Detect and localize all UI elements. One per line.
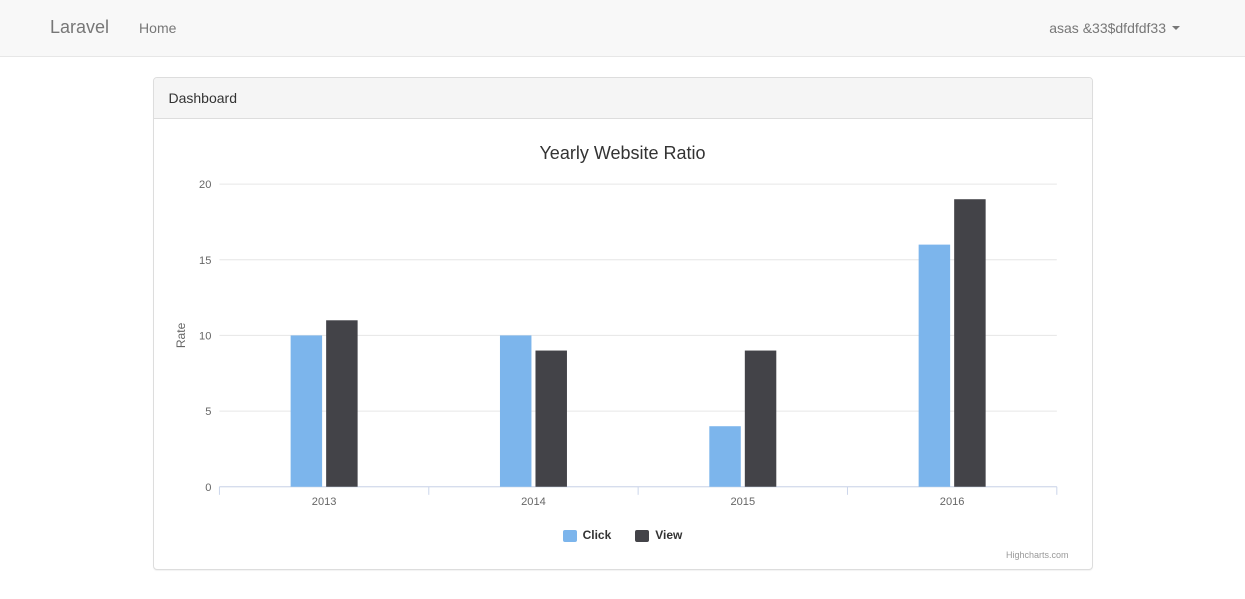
chart: 0 5 10 15 20 Rate 2013 2014 2015 2016 (169, 174, 1077, 517)
chevron-down-icon (1172, 26, 1180, 30)
svg-text:2014: 2014 (521, 496, 546, 508)
legend-label-view: View (655, 527, 682, 544)
navbar: Laravel Home asas &33$dfdfdf33 (0, 0, 1245, 57)
navbar-right: asas &33$dfdfdf33 (1049, 18, 1230, 38)
svg-text:2015: 2015 (730, 496, 755, 508)
chart-title: Yearly Website Ratio (169, 141, 1077, 167)
svg-text:5: 5 (205, 407, 211, 419)
legend-swatch-click (563, 530, 577, 542)
svg-text:Rate: Rate (174, 323, 188, 349)
legend: Click View (169, 527, 1077, 544)
panel-body: Yearly Website Ratio 0 5 10 15 20 Rate 2013 201… (154, 119, 1092, 570)
svg-text:0: 0 (205, 482, 211, 494)
svg-text:2013: 2013 (311, 496, 336, 508)
user-dropdown[interactable]: asas &33$dfdfdf33 (1049, 18, 1180, 38)
svg-text:20: 20 (199, 180, 211, 192)
chart-svg: 0 5 10 15 20 Rate 2013 2014 2015 2016 (169, 174, 1077, 517)
dashboard-panel: Dashboard Yearly Website Ratio 0 5 10 15 20 R… (153, 77, 1093, 571)
nav-home-link[interactable]: Home (124, 3, 191, 53)
chart-credits[interactable]: Highcharts.com (169, 549, 1077, 562)
svg-text:10: 10 (199, 331, 211, 343)
main-container: Dashboard Yearly Website Ratio 0 5 10 15 20 R… (138, 77, 1108, 571)
svg-text:15: 15 (199, 255, 211, 267)
legend-swatch-view (635, 530, 649, 542)
svg-text:2016: 2016 (939, 496, 964, 508)
legend-item-click[interactable]: Click (563, 527, 612, 544)
user-name: asas &33$dfdfdf33 (1049, 18, 1166, 38)
navbar-left: Laravel Home (15, 0, 191, 56)
legend-label-click: Click (583, 527, 612, 544)
brand-link[interactable]: Laravel (15, 0, 124, 56)
legend-item-view[interactable]: View (635, 527, 682, 544)
panel-heading: Dashboard (154, 78, 1092, 119)
